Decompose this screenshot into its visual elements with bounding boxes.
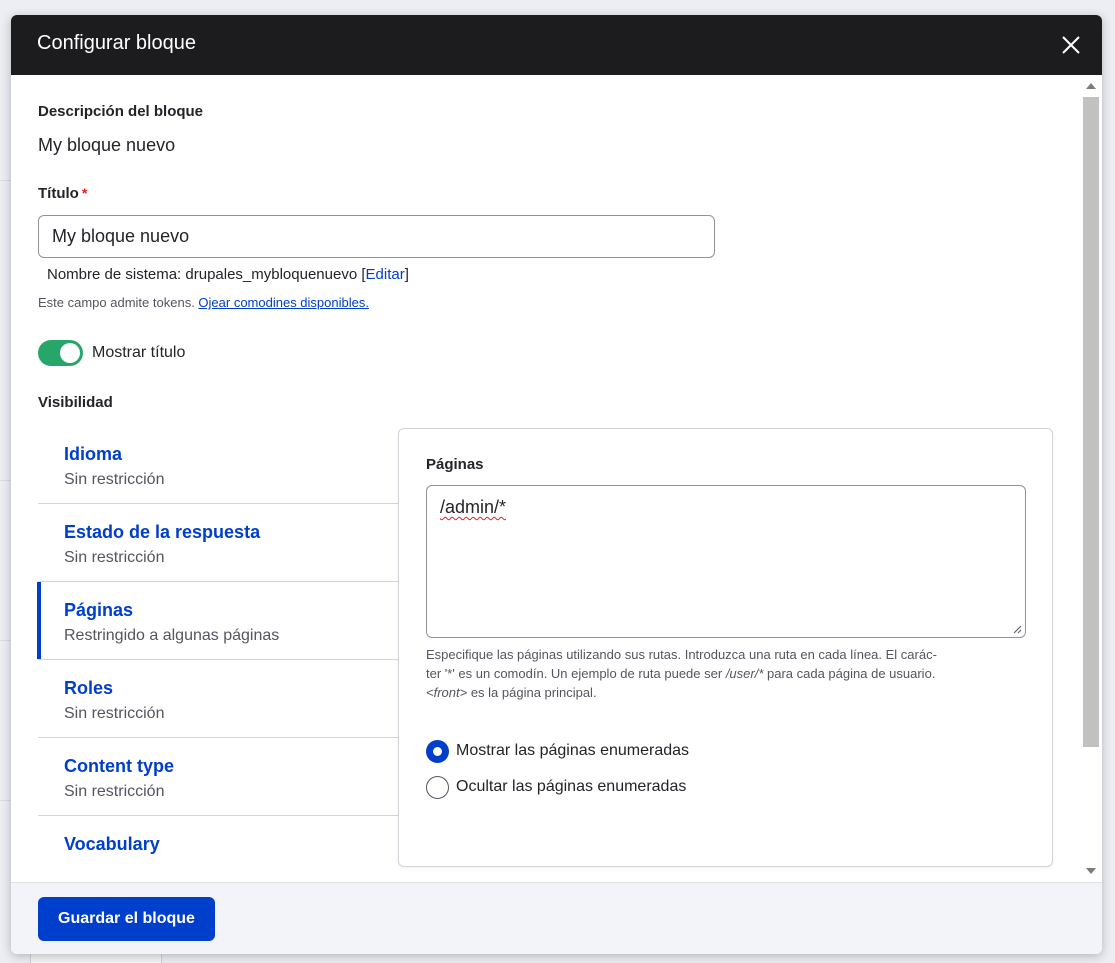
pages-field-label: Páginas [426, 456, 484, 473]
vertical-tab-title: Páginas [64, 600, 134, 620]
dialog-content: Descripción del bloque My bloque nuevo T… [11, 75, 1102, 882]
show-title-label[interactable]: Mostrar título [92, 344, 185, 362]
scrollbar-thumb[interactable] [1083, 97, 1099, 747]
configure-block-dialog: Configurar bloque Descripción del bloque… [11, 15, 1102, 954]
toggle-knob [60, 343, 80, 363]
pages-textarea[interactable]: /admin/* [426, 485, 1026, 638]
vertical-tab-summary: Sin restricción [64, 783, 165, 800]
resize-handle-icon[interactable] [1013, 625, 1022, 634]
machine-name-text: Nombre de sistema: drupales_mybloquenuev… [47, 266, 366, 283]
vertical-tab-summary: Restringido a algunas páginas [64, 627, 280, 644]
dialog-footer: Guardar el bloque [11, 882, 1102, 954]
vertical-tab-summary: Sin restricción [64, 549, 165, 566]
vertical-tab-summary: Sin restricción [64, 705, 165, 722]
vertical-tab-content-type[interactable]: Content type Sin restricción [38, 738, 399, 816]
scroll-up-icon[interactable] [1086, 83, 1096, 89]
description-label: Descripción del bloque [38, 103, 204, 120]
title-label-text: Título [38, 185, 79, 202]
tokens-help-text: Este campo admite tokens. [38, 295, 199, 310]
pages-tab-pane: Páginas /admin/* Especifique las páginas… [398, 428, 1053, 867]
close-button[interactable] [1058, 32, 1084, 58]
scroll-down-icon[interactable] [1086, 868, 1096, 874]
pages-help-line3b: es la página principal. [467, 685, 597, 700]
vertical-tab-title: Estado de la respuesta [64, 522, 261, 542]
dialog-title: Configurar bloque [37, 32, 196, 54]
close-icon [1062, 36, 1080, 54]
pages-help-user-path: /user/* [725, 666, 764, 681]
pages-help-line2a: ter '*' es un comodín. Un ejemplo de rut… [426, 666, 726, 681]
show-pages-radio-label[interactable]: Mostrar las páginas enumeradas [456, 742, 689, 760]
vertical-tab-response-status[interactable]: Estado de la respuesta Sin restricción [38, 504, 399, 582]
required-marker: * [81, 185, 88, 201]
vertical-tab-vocabulary[interactable]: Vocabulary [38, 816, 399, 882]
visibility-label: Visibilidad [38, 394, 113, 411]
browse-tokens-link[interactable]: Ojear comodines disponibles. [198, 295, 369, 310]
title-input[interactable]: My bloque nuevo [38, 215, 715, 258]
pages-help-line1: Especifique las páginas utilizando sus r… [426, 647, 937, 662]
visibility-vertical-tabs: Idioma Sin restricción Estado de la resp… [37, 426, 400, 882]
hide-pages-radio-label[interactable]: Ocultar las páginas enumeradas [456, 778, 686, 796]
show-pages-radio[interactable] [426, 740, 449, 763]
dialog-titlebar: Configurar bloque [11, 15, 1102, 75]
dialog-scrollbar[interactable] [1080, 75, 1102, 882]
title-field-label: Título * [38, 185, 87, 202]
vertical-tab-pages[interactable]: Páginas Restringido a algunas páginas [37, 582, 400, 660]
pages-textarea-value: /admin/* [440, 497, 507, 517]
vertical-tab-title: Roles [64, 678, 114, 698]
vertical-tab-language[interactable]: Idioma Sin restricción [38, 426, 399, 504]
vertical-tab-title: Idioma [64, 444, 123, 464]
pages-help-line2b: para cada página de usuario. [763, 666, 936, 681]
pages-help-front: <front> [426, 685, 468, 700]
tokens-help: Este campo admite tokens. Ojear comodine… [38, 295, 369, 310]
save-block-button[interactable]: Guardar el bloque [38, 897, 215, 941]
vertical-tab-summary: Sin restricción [64, 471, 165, 488]
machine-name-bracket: ] [404, 266, 409, 283]
show-title-toggle[interactable] [38, 340, 83, 366]
machine-name: Nombre de sistema: drupales_mybloquenuev… [47, 266, 409, 283]
vertical-tab-title: Content type [64, 756, 174, 776]
vertical-tab-title: Vocabulary [64, 834, 160, 854]
hide-pages-radio[interactable] [426, 776, 449, 799]
vertical-tab-roles[interactable]: Roles Sin restricción [38, 660, 399, 738]
pages-help-text: Especifique las páginas utilizando sus r… [426, 645, 1026, 702]
edit-machine-name-link[interactable]: Editar [366, 266, 405, 283]
description-value: My bloque nuevo [38, 135, 176, 155]
